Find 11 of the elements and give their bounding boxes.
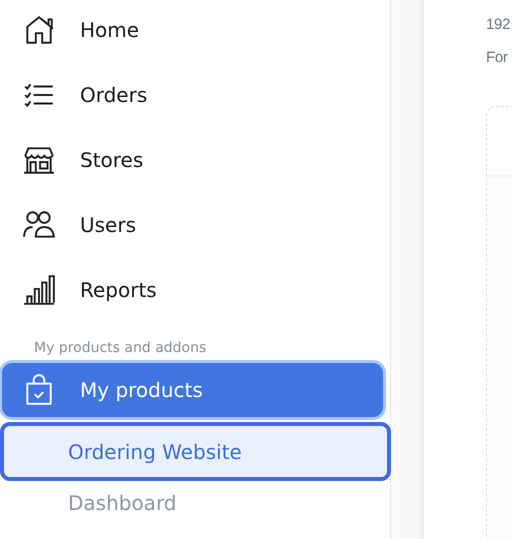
section-label: My products and addons [33, 339, 208, 358]
text-line: For [486, 48, 509, 68]
nav-item[interactable]: Home [0, 0, 390, 62]
nav-item[interactable]: Users [0, 192, 390, 257]
nav-item[interactable]: Orders [0, 62, 390, 127]
reports-icon [22, 272, 56, 306]
nav-item[interactable]: Reports [0, 257, 390, 322]
subnav-item[interactable]: Ordering Website [0, 422, 391, 481]
nav-item[interactable]: Stores [0, 127, 390, 192]
text-line: 192 [486, 15, 512, 35]
nav-item[interactable]: My products [2, 363, 383, 417]
